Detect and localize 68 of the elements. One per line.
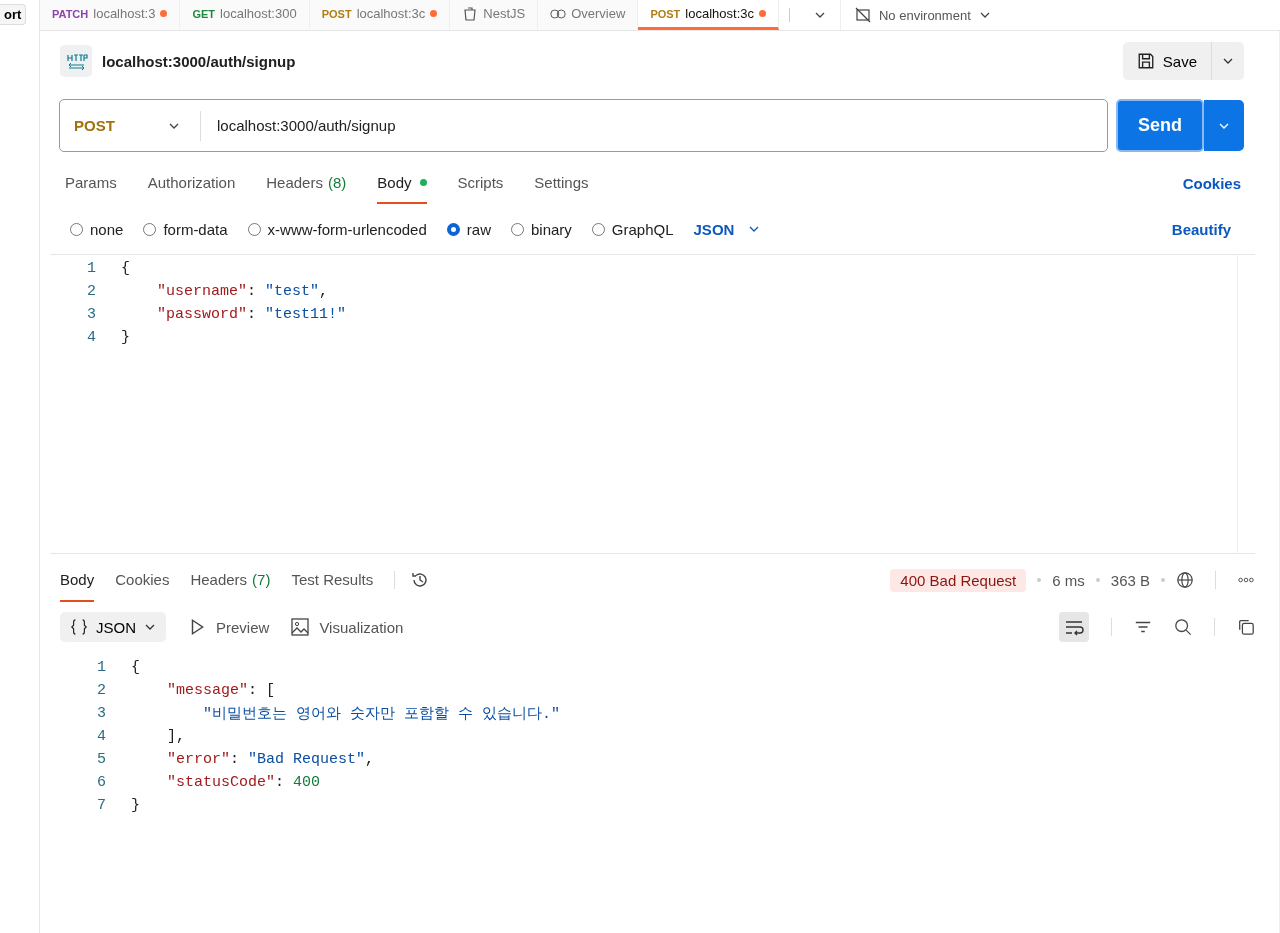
code-line: }: [131, 797, 140, 814]
cookies-link[interactable]: Cookies: [1182, 162, 1241, 204]
line-number: 2: [96, 682, 107, 699]
format-dropdown[interactable]: JSON: [60, 612, 166, 642]
trash-can-icon: [462, 5, 479, 22]
code-line: {: [131, 659, 140, 676]
response-tab[interactable]: Body: [60, 558, 95, 602]
request-section-tab[interactable]: Headers (8): [266, 162, 347, 204]
response-tab[interactable]: Headers (7): [190, 558, 271, 602]
image-icon: [291, 618, 310, 636]
line-number: 1: [86, 260, 97, 277]
url-field[interactable]: POST localhost:3000/auth/signup: [59, 99, 1108, 152]
request-section-tab[interactable]: Settings: [534, 162, 589, 204]
environment-selector[interactable]: No environment: [840, 0, 1005, 30]
response-size: 363 B: [1110, 571, 1150, 589]
line-number: 1: [96, 659, 107, 676]
code-line: "password": "test11!": [156, 306, 347, 323]
visualization-button[interactable]: Visualization: [291, 618, 404, 636]
request-tab[interactable]: POST localhost:3c: [309, 0, 451, 30]
request-section-tab[interactable]: Scripts: [457, 162, 504, 204]
request-tab[interactable]: GET localhost:300: [180, 0, 310, 30]
body-type-radio[interactable]: GraphQL: [591, 220, 674, 238]
response-tab[interactable]: Cookies: [115, 558, 170, 602]
code-line: "username": "test",: [156, 283, 329, 300]
request-section-tab[interactable]: Body: [377, 162, 427, 204]
code-line: }: [121, 329, 130, 346]
line-number: 4: [86, 329, 97, 346]
preview-button[interactable]: Preview: [188, 618, 270, 636]
request-body-editor[interactable]: 1 { 2 "username": "test", 3 "password": "test11!" 4 }: [50, 254, 1255, 554]
code-line: {: [121, 260, 130, 277]
braces-icon: [70, 618, 88, 636]
response-tab[interactable]: Test Results: [291, 558, 374, 602]
request-tab[interactable]: PATCH localhost:3: [40, 0, 181, 30]
request-section-tab[interactable]: Params: [65, 162, 117, 204]
body-type-radio[interactable]: none: [70, 220, 124, 238]
body-type-radio[interactable]: raw: [446, 220, 491, 238]
request-title: localhost:3000/auth/signup: [102, 52, 297, 70]
globe-icon[interactable]: [1176, 571, 1194, 589]
code-line: "statusCode": 400: [166, 774, 321, 791]
body-type-radio[interactable]: form-data: [143, 220, 228, 238]
code-line: ],: [166, 728, 185, 745]
line-number: 5: [96, 751, 107, 768]
line-number: 6: [96, 774, 107, 791]
word-wrap-icon[interactable]: [1059, 612, 1089, 642]
response-time: 6 ms: [1052, 571, 1085, 589]
code-line: "error": "Bad Request",: [166, 751, 375, 768]
request-tab[interactable]: NestJS: [450, 0, 539, 30]
request-section-tab[interactable]: Authorization: [147, 162, 236, 204]
status-badge: 400 Bad Request: [890, 568, 1027, 592]
code-line: "비밀번호는 영어와 숫자만 포함할 수 있습니다.": [202, 705, 561, 723]
body-type-radio[interactable]: binary: [510, 220, 572, 238]
line-number: 3: [96, 705, 107, 722]
request-tab[interactable]: Overview: [538, 0, 639, 30]
body-type-radio[interactable]: x-www-form-urlencoded: [247, 220, 427, 238]
language-dropdown[interactable]: JSON: [693, 220, 761, 238]
search-icon[interactable]: [1174, 618, 1192, 636]
no-environment-icon: [855, 7, 871, 23]
code-line: "message": [: [166, 682, 276, 699]
request-tab[interactable]: POST localhost:3c: [638, 0, 779, 30]
import-button[interactable]: ort: [0, 4, 27, 25]
beautify-link[interactable]: Beautify: [1171, 220, 1231, 238]
line-number: 3: [86, 306, 97, 323]
line-number: 7: [96, 797, 107, 814]
send-button[interactable]: Send: [1116, 99, 1204, 152]
http-icon: [60, 45, 92, 77]
line-number: 4: [96, 728, 107, 745]
line-number: 2: [86, 283, 97, 300]
copy-icon[interactable]: [1237, 618, 1255, 636]
